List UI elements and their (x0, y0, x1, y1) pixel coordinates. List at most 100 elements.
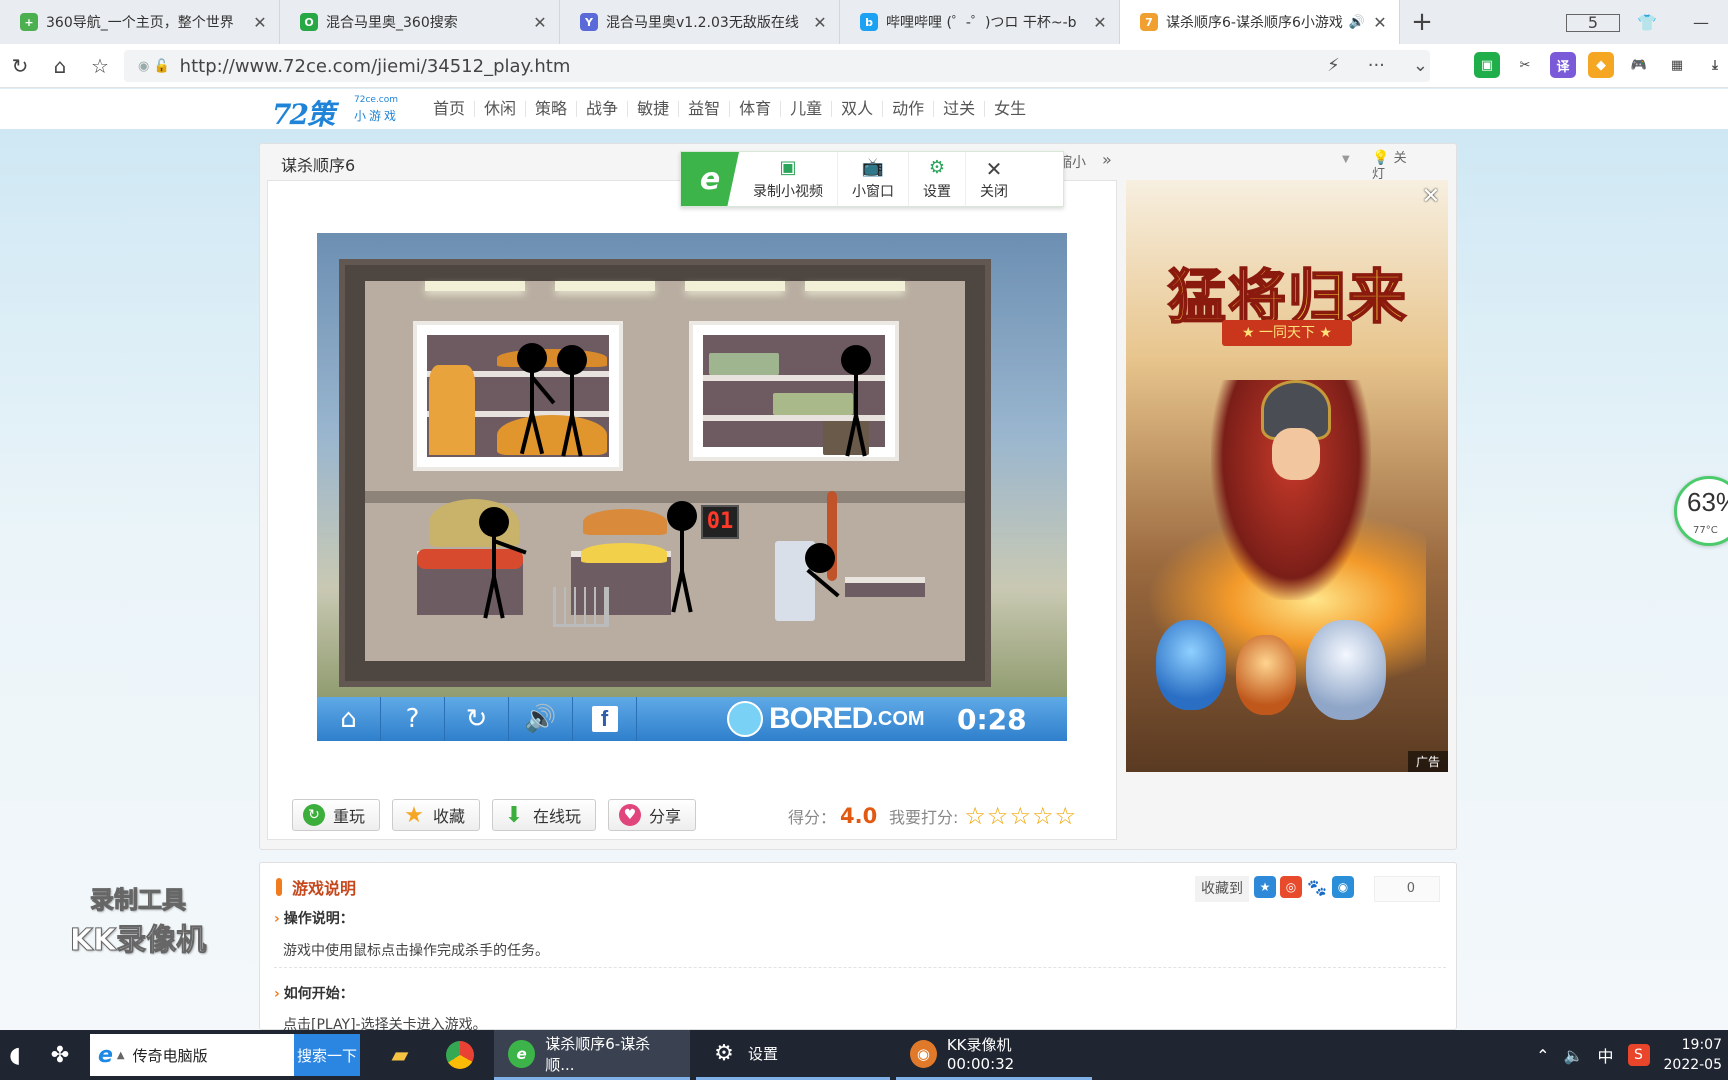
advertisement[interactable]: 猛将归来 ★ 一同天下 ★ ✕ 广告 (1126, 180, 1448, 772)
tab-close-icon[interactable]: ✕ (531, 13, 549, 32)
qq-bookmark-icon[interactable]: ★ (1254, 876, 1276, 898)
menu-item-puzzle[interactable]: 益智 (679, 101, 731, 117)
bread-shelf (413, 321, 623, 471)
clock[interactable]: 19:07 2022-05 (1664, 1035, 1728, 1075)
pinwheel-icon[interactable]: ✤ (30, 1030, 90, 1080)
shield-icon[interactable]: ◆ (1588, 52, 1614, 78)
browser-tab[interactable]: + 360导航_一个主页，整个世界 ✕ (0, 0, 280, 44)
menu-item-two-player[interactable]: 双人 (832, 101, 884, 117)
tab-close-icon[interactable]: ✕ (1371, 13, 1389, 32)
section-title: 如何开始： (274, 983, 354, 1003)
menu-item-kids[interactable]: 儿童 (781, 101, 833, 117)
close-icon[interactable]: ✕ (1422, 184, 1440, 209)
facebook-icon[interactable]: f (573, 697, 637, 741)
url-field[interactable]: ◉ 🔓 http://www.72ce.com/jiemi/34512_play… (124, 50, 1430, 82)
shirt-icon[interactable]: 👕 (1620, 13, 1674, 32)
translate-icon[interactable]: 译 (1550, 52, 1576, 78)
start-icon[interactable]: ◖ (0, 1030, 30, 1080)
lights-off-toggle[interactable]: ▼ 💡 关灯 (1342, 150, 1412, 183)
minimize-button[interactable]: — (1674, 13, 1728, 32)
video-float-toolbar: e ▣ 录制小视频 📺 小窗口 ⚙ 设置 ✕ 关闭 (680, 151, 1064, 207)
menu-item-action[interactable]: 动作 (883, 101, 935, 117)
close-toolbar-button[interactable]: ✕ 关闭 (966, 152, 1022, 206)
browser-tab[interactable]: O 混合马里奥_360搜索 ✕ (280, 0, 560, 44)
tray-expand-icon[interactable]: ⌃ (1536, 1046, 1549, 1065)
restart-icon[interactable]: ↻ (445, 697, 509, 741)
scissors-icon[interactable]: ✂ (1512, 52, 1538, 78)
sina-bookmark-icon[interactable]: ◎ (1280, 876, 1302, 898)
settings-button[interactable]: ⚙ 设置 (909, 152, 966, 206)
gamepad-icon[interactable]: 🎮 (1626, 52, 1652, 78)
tab-favicon-icon: O (300, 13, 318, 31)
download-icon[interactable]: ⤓ (1702, 52, 1728, 78)
menu-item-home[interactable]: 首页 (424, 101, 476, 117)
menu-item-agility[interactable]: 敏捷 (628, 101, 680, 117)
chrome-icon[interactable] (430, 1030, 490, 1080)
bookmark-to-label: 收藏到 (1195, 876, 1249, 902)
menu-item-war[interactable]: 战争 (577, 101, 629, 117)
star-icon[interactable]: ☆ (1032, 804, 1054, 828)
menu-item-levels[interactable]: 过关 (934, 101, 986, 117)
star-icon[interactable]: ☆ (1009, 804, 1031, 828)
recorder-icon: ◉ (910, 1039, 937, 1068)
play-online-button[interactable]: ⬇ 在线玩 (492, 799, 597, 831)
help-icon[interactable]: ? (381, 697, 445, 741)
record-video-button[interactable]: ▣ 录制小视频 (739, 152, 838, 206)
browser-tab[interactable]: Y 混合马里奥v1.2.03无敌版在线 ✕ (560, 0, 840, 44)
taskbar-search-button[interactable]: 搜索一下 (294, 1034, 360, 1076)
menu-item-girls[interactable]: 女生 (985, 101, 1035, 117)
refresh-icon[interactable]: ↻ (0, 54, 40, 78)
tab-close-icon[interactable]: ✕ (1091, 13, 1109, 32)
taskbar-search-input[interactable]: e ▲ 传奇电脑版 (90, 1034, 294, 1076)
game-canvas[interactable]: 01 (317, 233, 1067, 741)
home-icon[interactable]: ⌂ (40, 54, 80, 78)
favorite-button[interactable]: ★ 收藏 (392, 799, 481, 831)
tab-close-icon[interactable]: ✕ (811, 13, 829, 32)
more-icon[interactable]: ··· (1368, 55, 1385, 76)
share-service-icon[interactable]: ◉ (1332, 876, 1354, 898)
apps-grid-icon[interactable]: ▦ (1664, 52, 1690, 78)
bored-face-icon (727, 701, 763, 737)
volume-icon[interactable]: 🔈 (1564, 1046, 1584, 1065)
speaker-icon[interactable]: 🔊 (1349, 15, 1365, 30)
star-icon[interactable]: ☆ (987, 804, 1009, 828)
heading-bar (276, 878, 282, 896)
baidu-bookmark-icon[interactable]: 🐾 (1306, 876, 1328, 898)
ime-indicator[interactable]: 中 (1597, 1043, 1613, 1067)
sound-icon[interactable]: 🔊 (509, 697, 573, 741)
menu-item-strategy[interactable]: 策略 (526, 101, 578, 117)
star-icon[interactable]: ☆ (964, 804, 986, 828)
menu-item-sports[interactable]: 体育 (730, 101, 782, 117)
lightning-icon[interactable]: ⚡ (1327, 55, 1340, 76)
site-logo[interactable]: 72策 72ce.com 小游戏 (272, 93, 406, 131)
share-button[interactable]: ♥ 分享 (608, 799, 697, 831)
store-building (339, 259, 991, 687)
heart-icon: ♥ (619, 804, 642, 826)
extension-green-icon[interactable]: ▣ (1474, 52, 1500, 78)
game-timer: 0:28 (957, 703, 1027, 736)
sogou-icon[interactable]: S (1627, 1044, 1650, 1066)
star-icon[interactable]: ☆ (1054, 804, 1076, 828)
score-display: 得分： 4.0 (788, 804, 877, 828)
star-icon: ★ (404, 802, 424, 828)
taskbar-app-settings[interactable]: ⚙ 设置 (696, 1030, 890, 1080)
menu-item-casual[interactable]: 休闲 (475, 101, 527, 117)
home-icon[interactable]: ⌂ (317, 697, 381, 741)
bookmark-services: ★ ◎ 🐾 ◉ (1254, 876, 1354, 898)
replay-button[interactable]: ↻ 重玩 (292, 799, 381, 831)
favorites-icon[interactable]: ☆ (80, 54, 120, 78)
bored-logo[interactable]: BORED .COM (727, 701, 925, 737)
taskbar-app-recorder[interactable]: ◉ KK录像机 00:00:32 (896, 1030, 1092, 1080)
new-tab-button[interactable]: + (1400, 0, 1444, 44)
mini-window-button[interactable]: 📺 小窗口 (838, 152, 909, 206)
folder-icon[interactable]: ▰ (370, 1030, 430, 1080)
tab-count-button[interactable]: 5 (1566, 13, 1620, 32)
tab-close-icon[interactable]: ✕ (251, 13, 269, 32)
download-arrow-icon: ⬇ (504, 802, 524, 828)
browser-tab[interactable]: b 哔哩哔哩 (゜-゜)つロ 干杯~-b ✕ (840, 0, 1120, 44)
chevron-down-icon[interactable]: ⌄ (1413, 55, 1428, 76)
browser-tab-active[interactable]: 7 谋杀顺序6-谋杀顺序6小游戏 🔊 ✕ (1120, 0, 1400, 44)
tv-icon: 📺 (861, 157, 885, 178)
taskbar-app-browser[interactable]: e 谋杀顺序6-谋杀顺... (494, 1030, 690, 1080)
double-chevron-icon[interactable]: » (1102, 150, 1112, 169)
